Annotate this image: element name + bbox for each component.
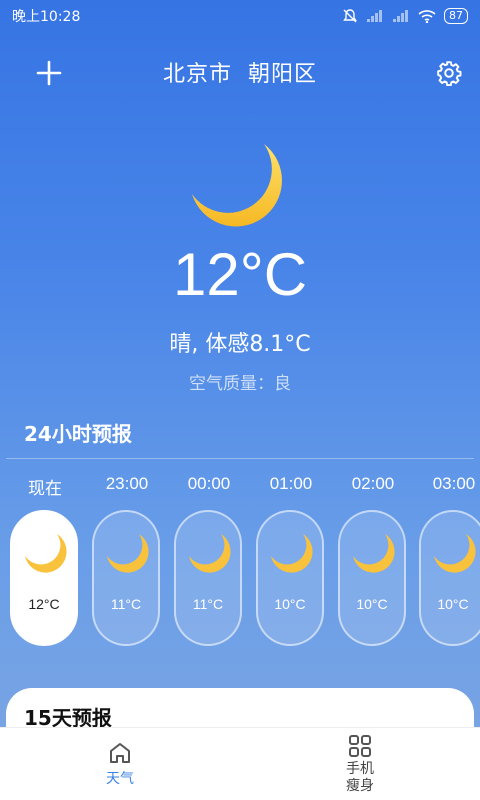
hourly-forecast-list[interactable]: 现在 12°C 23:00 11°C 00:00 11°C 01:00 10°C… [0,470,480,650]
hour-pill[interactable]: 11°C [92,510,160,646]
hour-pill[interactable]: 11°C [174,510,242,646]
hour-item[interactable]: 23:00 11°C [86,470,168,650]
nav-label-weather: 天气 [106,771,134,787]
hour-item[interactable]: 02:00 10°C [332,470,414,650]
hourly-forecast-title: 24小时预报 [24,422,132,446]
wifi-icon [418,10,436,23]
status-icons: 87 [342,8,468,24]
nav-label-fitness: 手机 瘦身 [346,761,374,795]
current-condition: 晴, 体感8.1°C [169,332,311,357]
moon-icon [107,534,149,573]
hour-pill[interactable]: 10°C [419,510,480,646]
hour-temp: 12°C [28,596,60,612]
moon-weather-icon [192,144,282,227]
hour-time: 01:00 [269,474,313,493]
hour-time: 02:00 [351,474,395,493]
hour-temp: 10°C [274,596,306,612]
grid-apps-icon [349,735,371,757]
nav-tab-weather[interactable]: 天气 [0,728,240,800]
hour-item[interactable]: 01:00 10°C [250,470,332,650]
divider [6,458,474,459]
hour-temp: 11°C [110,596,142,612]
mute-icon [343,9,357,23]
nav-label-fitness-line2: 瘦身 [346,778,374,794]
hour-temp: 10°C [356,596,388,612]
signal-icon-2 [393,10,408,22]
hour-pill[interactable]: 12°C [10,510,78,646]
settings-gear-icon[interactable] [436,60,462,86]
moon-icon [434,534,476,573]
hour-pill[interactable]: 10°C [338,510,406,646]
battery-indicator: 87 [444,8,468,24]
hour-item[interactable]: 00:00 11°C [168,470,250,650]
home-icon [110,743,130,763]
current-temperature: 12°C [172,241,308,308]
nav-label-fitness-line1: 手机 [346,761,374,777]
city-title[interactable]: 北京市 朝阳区 [163,56,317,88]
nav-tab-fitness[interactable]: 手机 瘦身 [240,728,480,800]
status-bar: 晚上10:28 87 [0,0,480,32]
status-time: 晚上10:28 [12,9,81,25]
signal-icon [367,10,382,22]
hour-item[interactable]: 现在 12°C [4,470,86,650]
hour-time: 00:00 [187,474,231,493]
hour-pill[interactable]: 10°C [256,510,324,646]
hour-temp: 11°C [192,596,224,612]
hour-time: 23:00 [105,474,149,493]
hour-item[interactable]: 03:00 10°C [413,470,480,650]
moon-icon [353,534,395,573]
moon-icon [189,534,231,573]
moon-icon [25,534,67,573]
add-city-button[interactable] [34,58,64,88]
hour-time: 现在 [28,479,62,498]
hour-time: 03:00 [432,474,476,493]
moon-icon [271,534,313,573]
top-bar: 北京市 朝阳区 [0,50,480,94]
hour-temp: 10°C [437,596,469,612]
air-quality[interactable]: 空气质量：良 [0,369,480,394]
bottom-nav: 天气 手机 瘦身 [0,727,480,800]
